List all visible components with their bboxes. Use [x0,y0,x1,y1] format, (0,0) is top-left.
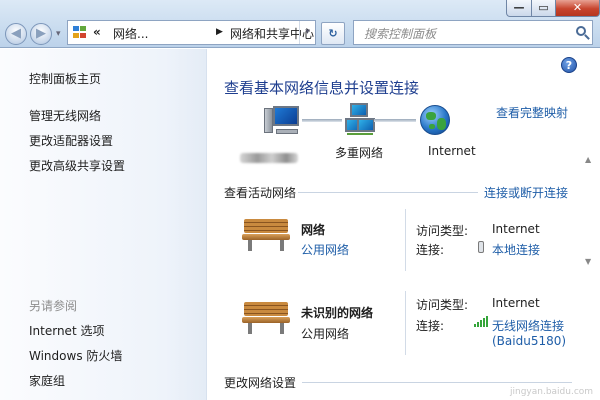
back-button[interactable]: ◀ [5,23,27,45]
see-also-heading: 另请参阅 [29,299,78,313]
scroll-up-icon[interactable]: ▲ [585,155,591,164]
page-title: 查看基本网络信息并设置连接 [224,79,420,97]
close-button[interactable]: ✕ [555,0,600,17]
sidebar-item-internet-options[interactable]: Internet 选项 [29,322,104,339]
sidebar: 控制面板主页 管理无线网络 更改适配器设置 更改高级共享设置 另请参阅 Inte… [0,49,207,400]
wireless-connection-link[interactable]: 无线网络连接 [492,317,564,334]
close-icon: ✕ [572,1,583,14]
search-icon[interactable] [576,26,586,36]
refresh-button[interactable]: ↻ [321,22,345,45]
sidebar-item-advanced-sharing[interactable]: 更改高级共享设置 [29,157,125,174]
ethernet-plug-icon [478,241,484,253]
recent-pages-dropdown[interactable]: ▾ [56,29,61,39]
section-divider [302,382,572,383]
local-connection-link[interactable]: 本地连接 [492,241,540,258]
access-type-value: Internet [492,296,540,310]
sidebar-item-homegroup[interactable]: 家庭组 [29,372,65,389]
access-type-label: 访问类型: [416,298,469,312]
main-content: ? ▲ ▼ 查看基本网络信息并设置连接 查看完整映射 多重网络 Internet… [208,49,600,400]
access-type-value: Internet [492,222,540,236]
maximize-icon: ▭ [538,1,549,14]
change-settings-heading: 更改网络设置 [224,376,297,390]
connection-label: 连接: [416,319,445,333]
connection-label: 连接: [416,243,445,257]
forward-button[interactable]: ▶ [30,23,52,45]
multiple-networks-icon[interactable] [345,103,375,135]
wifi-signal-icon [474,315,488,327]
multiple-networks-label: 多重网络 [335,146,384,160]
sidebar-item-firewall[interactable]: Windows 防火墙 [29,347,122,364]
help-button[interactable]: ? [561,57,577,73]
minimize-icon: — [513,1,525,14]
network-name: 网络 [301,223,326,237]
access-type-label: 访问类型: [416,224,469,238]
scroll-down-icon[interactable]: ▼ [585,257,591,266]
back-arrow-icon: ◀ [11,26,21,41]
network-location-link[interactable]: 公用网络 [301,241,349,258]
breadcrumb-separator-icon[interactable]: ▶ [216,27,223,37]
network-location-label: 公用网络 [301,327,350,341]
breadcrumb-overflow[interactable]: « [93,25,101,39]
connect-or-disconnect-link[interactable]: 连接或断开连接 [484,184,568,201]
network-name: 未识别的网络 [301,306,374,320]
forward-arrow-icon: ▶ [36,26,46,41]
network-map-connector [374,119,416,122]
active-networks-heading: 查看活动网络 [224,186,297,200]
public-network-bench-icon[interactable] [242,302,290,334]
vertical-scrollbar[interactable]: ▲ ▼ [581,49,600,400]
address-dropdown-icon[interactable]: ▾ [299,21,315,44]
search-input[interactable]: 搜索控制面板 [364,25,436,42]
column-divider [405,209,406,271]
public-network-bench-icon[interactable] [242,219,290,251]
watermark: jingyan.baidu.com [510,387,594,397]
network-map-connector [302,119,342,122]
sidebar-item-change-adapter[interactable]: 更改适配器设置 [29,132,113,149]
view-full-map-link[interactable]: 查看完整映射 [496,104,568,121]
title-bar: — ▭ ✕ ◀ ▶ ▾ « 网络... ▶ 网络和共享中心 ▾ ↻ 搜索控制面板 [0,0,600,48]
wireless-ssid-link[interactable]: (Baidu5180) [492,334,566,348]
breadcrumb-network[interactable]: 网络... [113,25,148,42]
computer-icon [264,106,300,136]
sidebar-item-control-panel-home[interactable]: 控制面板主页 [29,70,101,87]
computer-name-blurred [240,153,298,163]
internet-globe-icon[interactable] [420,105,450,135]
sidebar-item-manage-wireless[interactable]: 管理无线网络 [29,107,101,124]
column-divider [405,291,406,355]
maximize-button[interactable]: ▭ [531,0,556,17]
control-panel-icon [73,26,87,39]
section-divider [298,192,478,193]
address-bar[interactable]: « 网络... ▶ 网络和共享中心 ▾ [67,20,316,45]
search-box[interactable]: 搜索控制面板 [353,20,593,45]
internet-label: Internet [428,144,476,158]
minimize-button[interactable]: — [506,0,532,17]
